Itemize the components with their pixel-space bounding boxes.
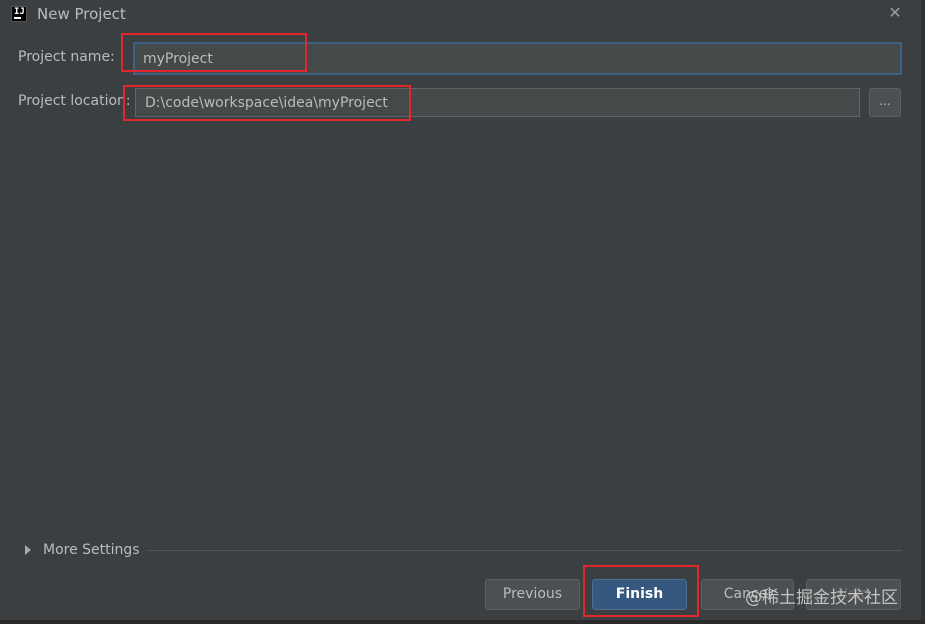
project-location-label-text: Project location:: [18, 93, 131, 109]
finish-button-label: Finish: [615, 586, 664, 602]
intellij-app-icon: IJ: [11, 6, 27, 22]
watermark-text: @稀土掘金技术社区: [745, 588, 898, 608]
project-name-label: Project name:: [18, 49, 115, 65]
project-location-input[interactable]: [135, 88, 860, 117]
close-icon[interactable]: ✕: [883, 2, 907, 24]
new-project-dialog: IJ New Project ✕ Project name: Project l…: [0, 0, 925, 624]
app-icon-text: IJ: [14, 7, 25, 17]
more-settings-label: More Settings: [43, 542, 140, 558]
previous-button-label: Previous: [502, 586, 563, 602]
title-bar: IJ New Project ✕: [0, 0, 925, 30]
window-bottom-edge: [0, 620, 925, 624]
finish-button[interactable]: Finish: [592, 579, 687, 610]
window-title: New Project: [37, 5, 126, 23]
project-location-label: Project location:: [18, 93, 131, 109]
expand-triangle-icon: [25, 545, 31, 555]
project-name-label-text: Project name:: [18, 49, 115, 65]
window-right-edge: [921, 0, 925, 624]
previous-button[interactable]: Previous: [485, 579, 580, 610]
project-name-input[interactable]: [133, 42, 902, 75]
browse-location-button[interactable]: ...: [869, 88, 901, 117]
more-settings-separator: [147, 550, 902, 551]
